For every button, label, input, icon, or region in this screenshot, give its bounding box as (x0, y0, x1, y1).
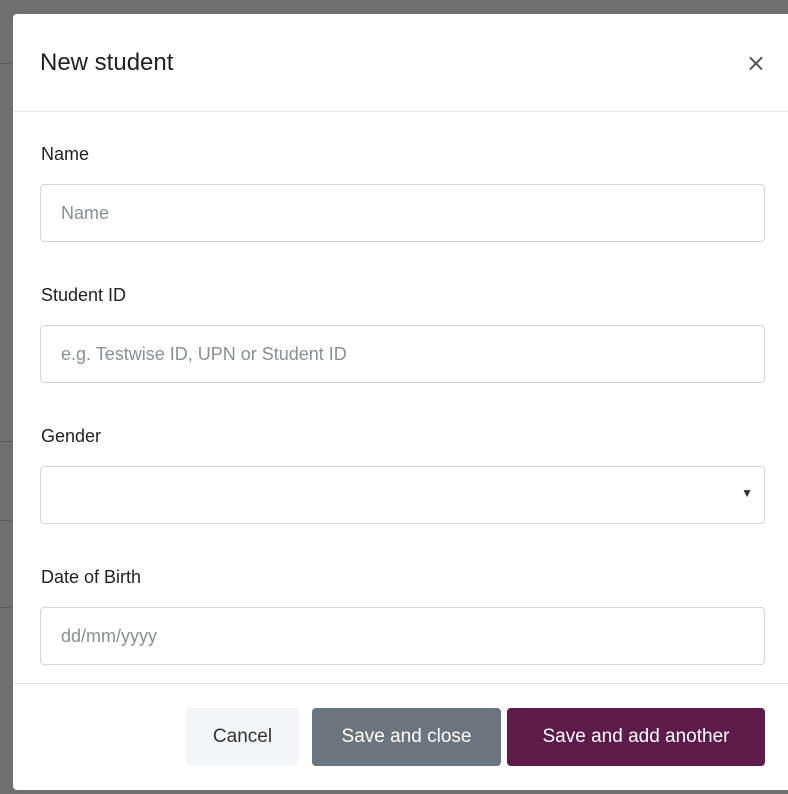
modal-header: New student × (13, 14, 788, 112)
cancel-button[interactable]: Cancel (186, 708, 299, 766)
backdrop-divider (0, 607, 12, 608)
backdrop-divider (0, 441, 12, 442)
gender-selected-value[interactable] (40, 466, 765, 524)
close-icon[interactable]: × (746, 51, 766, 75)
name-label: Name (41, 144, 90, 164)
backdrop-divider (0, 63, 12, 64)
chevron-down-icon: ▼ (741, 486, 753, 500)
modal-body: Name Student ID Gender ▼ Date of Birth (13, 112, 788, 684)
new-student-modal: New student × Name Student ID Gender ▼ D… (13, 14, 788, 790)
dob-input[interactable] (40, 607, 765, 665)
modal-title: New student (40, 48, 174, 76)
gender-label: Gender (41, 426, 102, 446)
student-id-label: Student ID (41, 285, 127, 305)
save-and-add-another-button[interactable]: Save and add another (507, 708, 765, 766)
student-id-input[interactable] (40, 325, 765, 383)
backdrop-divider (0, 520, 12, 521)
gender-select[interactable]: ▼ (40, 466, 765, 524)
save-and-close-button[interactable]: Save and close (312, 708, 501, 766)
modal-footer: Cancel Save and close Save and add anoth… (13, 684, 788, 790)
dob-label: Date of Birth (41, 567, 142, 587)
name-input[interactable] (40, 184, 765, 242)
